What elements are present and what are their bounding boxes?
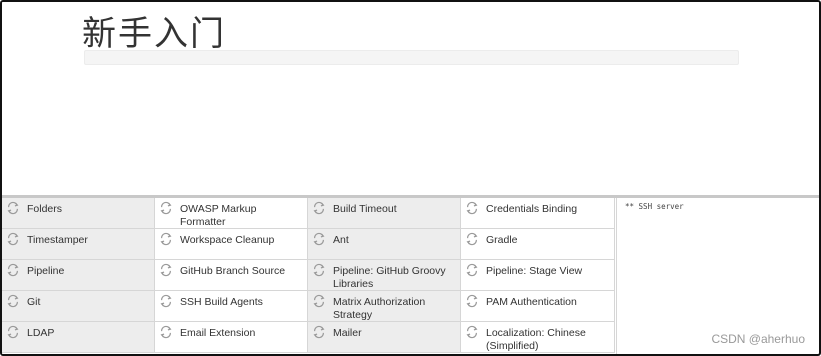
install-log: ** SSH server [616,198,819,354]
plugin-item: Pipeline [2,260,155,291]
plugin-item: Ant [308,229,461,260]
plugin-item: LDAP [2,322,155,353]
refresh-icon [7,263,19,277]
refresh-icon [466,294,478,308]
refresh-icon [313,201,325,215]
plugin-item: Pipeline: Stage View [461,260,615,291]
header-area: 新手入门 [2,2,819,195]
plugin-item-label: Pipeline: GitHub Groovy Libraries [333,265,446,290]
refresh-icon [160,325,172,339]
plugin-item-label: SSH Build Agents [180,296,263,308]
plugin-item: Localization: Chinese (Simplified) [461,322,615,353]
refresh-icon [313,232,325,246]
plugin-item: Pipeline: GitHub Groovy Libraries [308,260,461,291]
plugin-item: GitHub Branch Source [155,260,308,291]
refresh-icon [160,232,172,246]
plugin-item-label: Build Timeout [333,203,397,215]
plugin-item: Email Extension [155,322,308,353]
refresh-icon [7,232,19,246]
refresh-icon [313,294,325,308]
plugin-item: Build Timeout [308,198,461,229]
plugin-item: SSH Build Agents [155,291,308,322]
plugin-item: Workspace Cleanup [155,229,308,260]
plugin-item-label: Ant [333,234,349,246]
refresh-icon [466,263,478,277]
plugin-item-label: Git [27,296,41,308]
refresh-icon [7,325,19,339]
page-title: 新手入门 [82,14,226,54]
plugin-item-label: Credentials Binding [486,203,578,215]
plugin-item: PAM Authentication [461,291,615,322]
plugin-item-label: Mailer [333,327,362,339]
plugin-item: OWASP Markup Formatter [155,198,308,229]
plugin-item-label: GitHub Branch Source [180,265,286,277]
plugin-item-label: Localization: Chinese (Simplified) [486,327,586,352]
plugin-item: Credentials Binding [461,198,615,229]
plugin-item: Git [2,291,155,322]
plugin-item-label: Workspace Cleanup [180,234,275,246]
plugin-item: Gradle [461,229,615,260]
refresh-icon [466,325,478,339]
refresh-icon [466,201,478,215]
watermark: CSDN @aherhuo [711,332,805,346]
plugin-item: Timestamper [2,229,155,260]
plugin-item-label: OWASP Markup Formatter [180,203,257,228]
refresh-icon [313,263,325,277]
plugin-item-label: Pipeline: Stage View [486,265,583,277]
plugin-item: Matrix Authorization Strategy [308,291,461,322]
refresh-icon [160,294,172,308]
install-progress-bar [84,50,739,65]
refresh-icon [160,263,172,277]
setup-wizard-window: 新手入门 Folders OWASP Markup Formatter Build … [0,0,821,356]
refresh-icon [466,232,478,246]
plugin-item-label: Folders [27,203,63,215]
plugin-item-label: Email Extension [180,327,256,339]
plugin-item-label: Gradle [486,234,518,246]
plugin-item: Folders [2,198,155,229]
plugin-item-label: Timestamper [27,234,88,246]
refresh-icon [7,201,19,215]
plugin-item-label: LDAP [27,327,55,339]
plugin-install-grid: Folders OWASP Markup Formatter Build Timeo… [2,198,615,354]
install-log-text: ** SSH server [625,202,684,211]
plugin-item-label: Matrix Authorization Strategy [333,296,426,321]
plugin-item-label: Pipeline [27,265,65,277]
refresh-icon [160,201,172,215]
plugin-item: Mailer [308,322,461,353]
refresh-icon [7,294,19,308]
refresh-icon [313,325,325,339]
plugin-item-label: PAM Authentication [486,296,577,308]
